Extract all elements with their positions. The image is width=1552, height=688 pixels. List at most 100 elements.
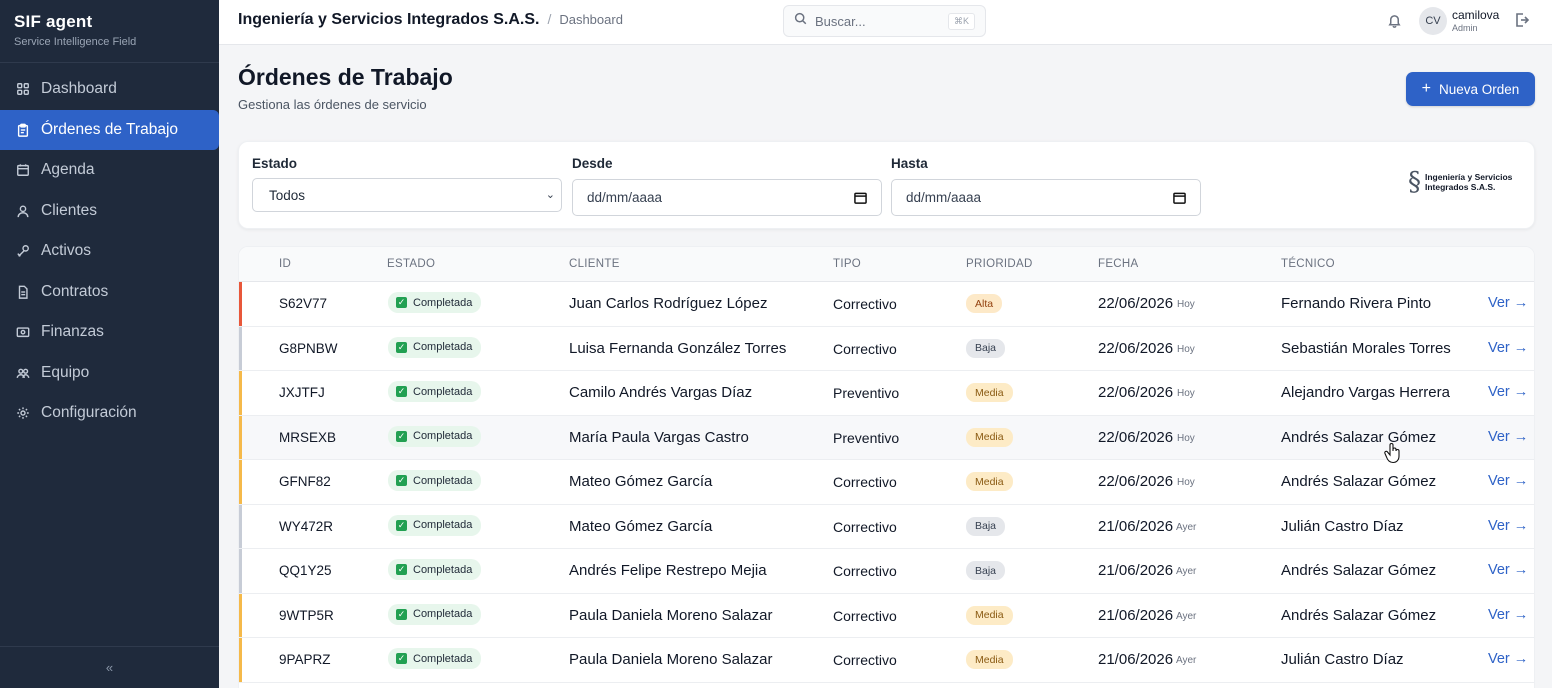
sidebar-item-agenda[interactable]: Agenda xyxy=(0,150,219,191)
sidebar-item-label: Contratos xyxy=(41,282,109,300)
table-row[interactable]: GFNF82 ✓ Completada Mateo Gómez García Corre… xyxy=(239,460,1534,505)
table-row[interactable]: QQ1Y25 ✓ Completada Andrés Felipe Restrepo … xyxy=(239,549,1534,594)
priority-stripe xyxy=(239,549,242,593)
brand-subtitle: Service Intelligence Field xyxy=(14,36,137,48)
priority-stripe xyxy=(239,415,242,459)
table-row[interactable]: MRSEXB ✓ Completada María Paula Vargas Cast… xyxy=(239,415,1534,460)
relative-date: Hoy xyxy=(1177,388,1195,399)
estado-label: Estado xyxy=(252,156,298,171)
plus-icon: + xyxy=(1421,80,1432,97)
sidebar-item-ordenes-de-trabajo[interactable]: Órdenes de Trabajo xyxy=(0,109,219,150)
priority-stripe xyxy=(239,326,242,370)
sidebar-item-configuracion[interactable]: Configuración xyxy=(0,393,219,434)
desde-date-input[interactable]: dd/mm/aaaa xyxy=(572,179,882,216)
company-logo: § Ingeniería y Servicios Integrados S.A.… xyxy=(1408,169,1512,195)
col-fecha: FECHA xyxy=(1098,258,1139,270)
client-name: Paula Daniela Moreno Salazar xyxy=(569,651,773,668)
sidebar-item-finanzas[interactable]: Finanzas xyxy=(0,312,219,353)
sidebar-item-contratos[interactable]: Contratos xyxy=(0,272,219,313)
order-type: Preventivo xyxy=(833,429,900,446)
order-type: Correctivo xyxy=(833,652,897,668)
sidebar-item-label: Dashboard xyxy=(41,80,117,98)
priority-stripe xyxy=(239,282,242,326)
order-date: 22/06/2026 xyxy=(1098,428,1174,446)
relative-date: Ayer xyxy=(1176,521,1197,533)
filters-card: Estado Todos ⌄ Desde dd/mm/aaaa Hasta dd… xyxy=(238,141,1535,229)
calendar-icon[interactable] xyxy=(854,191,867,207)
breadcrumb: Ingeniería y Servicios Integrados S.A.S.… xyxy=(238,11,623,29)
col-tecnico: TÉCNICO xyxy=(1281,258,1335,270)
view-order-link[interactable]: Ver → xyxy=(1488,607,1528,623)
table-row[interactable]: G8PNBW ✓ Completada Luisa Fernanda González… xyxy=(239,326,1534,371)
technician-name: Andrés Salazar Gómez xyxy=(1281,473,1437,490)
sidebar: SIF agent Service Intelligence Field Das… xyxy=(0,0,219,688)
table-row[interactable]: 9PAPRZ ✓ Completada Paula Daniela Moreno Sa… xyxy=(239,638,1534,683)
desde-label: Desde xyxy=(572,156,613,171)
chevrons-left-icon: « xyxy=(105,660,114,675)
view-order-link[interactable]: Ver → xyxy=(1488,562,1528,578)
search-shortcut: ⌘K xyxy=(947,13,975,30)
priority-badge: Baja xyxy=(966,516,1006,536)
order-date: 22/06/2026 xyxy=(1098,473,1174,490)
view-order-link[interactable]: Ver → xyxy=(1488,473,1528,489)
view-order-link[interactable]: Ver → xyxy=(1488,429,1528,445)
sidebar-item-activos[interactable]: Activos xyxy=(0,231,219,272)
view-order-link[interactable]: Ver → xyxy=(1488,518,1528,534)
calendar-icon[interactable] xyxy=(1173,191,1186,207)
sidebar-nav: Dashboard Órdenes de Trabajo Agenda Cliente… xyxy=(0,69,219,434)
new-order-button[interactable]: + Nueva Orden xyxy=(1406,72,1535,106)
order-id: WY472R xyxy=(279,518,334,534)
hasta-date-input[interactable]: dd/mm/aaaa xyxy=(891,179,1201,216)
brand-title: SIF agent xyxy=(14,12,93,31)
col-prioridad: PRIORIDAD xyxy=(966,258,1033,270)
logo-s-icon: § xyxy=(1408,167,1421,197)
priority-badge: Media xyxy=(966,383,1013,402)
status-text: Completada xyxy=(413,430,473,442)
view-order-link[interactable]: Ver → xyxy=(1488,651,1528,667)
sidebar-item-clientes[interactable]: Clientes xyxy=(0,191,219,232)
notifications-bell-icon[interactable] xyxy=(1387,13,1402,33)
calendar-icon xyxy=(16,163,30,177)
avatar[interactable]: CV xyxy=(1419,7,1447,35)
breadcrumb-company[interactable]: Ingeniería y Servicios Integrados S.A.S. xyxy=(238,11,539,29)
order-id: MRSEXB xyxy=(279,429,337,445)
collapse-sidebar-button[interactable]: « xyxy=(0,646,219,688)
table-row[interactable]: S62V77 ✓ Completada Juan Carlos Rodríguez L… xyxy=(239,282,1534,327)
priority-badge: Baja xyxy=(966,338,1006,358)
technician-name: Andrés Salazar Gómez xyxy=(1281,562,1437,579)
status-text: Completada xyxy=(413,385,473,398)
order-date: 21/06/2026 xyxy=(1098,517,1174,535)
technician-name: Julián Castro Díaz xyxy=(1281,651,1404,668)
check-icon: ✓ xyxy=(396,519,407,531)
estado-select[interactable]: Todos ⌄ xyxy=(252,178,562,212)
priority-badge: Alta xyxy=(966,294,1003,313)
order-id: GFNF82 xyxy=(279,474,331,489)
order-date: 21/06/2026 xyxy=(1098,562,1174,579)
view-order-link[interactable]: Ver → xyxy=(1488,340,1528,356)
sidebar-item-equipo[interactable]: Equipo xyxy=(0,353,219,394)
table-row[interactable]: JXJTFJ ✓ Completada Camilo Andrés Vargas Dí… xyxy=(239,371,1534,416)
search-placeholder: Buscar... xyxy=(815,13,866,29)
priority-stripe xyxy=(239,371,242,415)
col-estado: ESTADO xyxy=(387,258,436,270)
logo-line-2: Integrados S.A.S. xyxy=(1425,182,1496,192)
status-text: Completada xyxy=(413,341,473,353)
order-type: Correctivo xyxy=(833,607,897,624)
sidebar-item-dashboard[interactable]: Dashboard xyxy=(0,69,219,110)
status-badge: ✓ Completada xyxy=(388,648,482,669)
table-row[interactable]: 9WTP5R ✓ Completada Paula Daniela Moreno Sa… xyxy=(239,593,1534,638)
priority-stripe xyxy=(239,504,242,548)
logout-icon[interactable] xyxy=(1514,12,1530,33)
client-name: María Paula Vargas Castro xyxy=(569,428,749,446)
breadcrumb-page[interactable]: Dashboard xyxy=(559,12,623,27)
priority-badge: Media xyxy=(966,650,1013,669)
table-row[interactable]: WY472R ✓ Completada Mateo Gómez García Corre… xyxy=(239,504,1534,549)
hand-cursor-icon xyxy=(1384,443,1400,464)
view-order-link[interactable]: Ver → xyxy=(1488,295,1528,311)
search-input[interactable]: Buscar... ⌘K xyxy=(783,5,986,37)
status-badge: ✓ Completada xyxy=(388,292,482,313)
view-order-link[interactable]: Ver → xyxy=(1488,384,1528,400)
gear-icon xyxy=(16,406,30,420)
relative-date: Hoy xyxy=(1177,299,1195,310)
technician-name: Andrés Salazar Gómez xyxy=(1281,606,1437,624)
